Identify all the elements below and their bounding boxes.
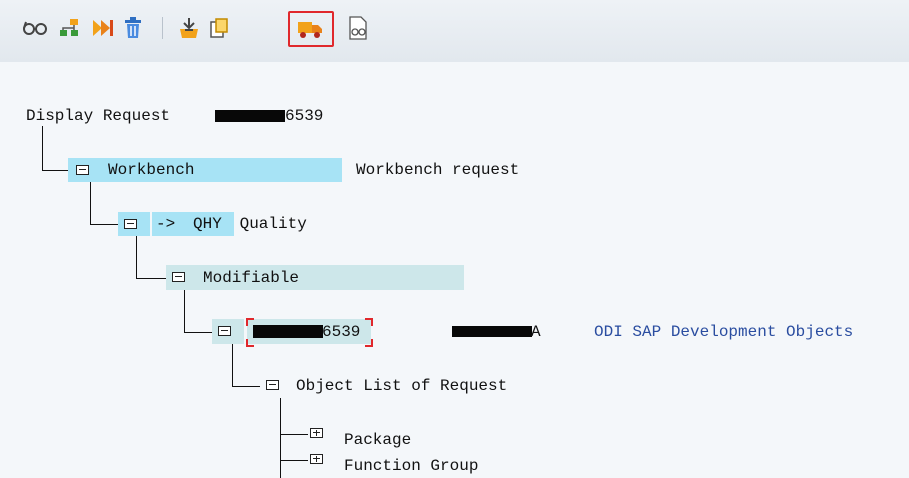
folder-icon[interactable] — [172, 272, 185, 282]
hierarchy-icon[interactable] — [56, 15, 82, 41]
folder-icon[interactable] — [124, 219, 137, 229]
redacted-request-id — [215, 110, 285, 122]
tree-connector — [136, 236, 137, 279]
object-list-label[interactable]: Object List of Request — [296, 376, 507, 396]
request-tree: Display Request 6539 Workbench Workbench… — [0, 62, 909, 478]
tree-connector — [232, 386, 260, 387]
target-rest: Quality — [230, 215, 307, 233]
folder-icon[interactable] — [76, 165, 89, 175]
tree-connector — [232, 344, 233, 387]
folder-icon[interactable] — [218, 326, 231, 336]
task-owner-suffix: A — [531, 323, 541, 341]
workbench-description: Workbench request — [356, 161, 520, 179]
root-label-prefix: Display Request — [26, 107, 180, 125]
tree-connector — [184, 290, 185, 333]
selection-corner — [365, 339, 373, 347]
release-inbox-icon[interactable] — [176, 15, 202, 41]
task-description: ODI SAP Development Objects — [594, 323, 854, 341]
tree-connector — [280, 460, 308, 461]
toolbar-separator — [162, 17, 163, 39]
selection-corner — [246, 339, 254, 347]
glasses-display-icon[interactable] — [22, 15, 48, 41]
tree-connector — [90, 182, 91, 225]
transport-truck-icon[interactable] — [288, 11, 334, 47]
tree-connector — [136, 278, 166, 279]
forward-arrows-icon[interactable] — [90, 15, 116, 41]
workbench-label[interactable]: Workbench — [108, 160, 194, 180]
tree-connector — [42, 170, 68, 171]
expand-folder-icon[interactable] — [310, 454, 323, 464]
child-function-group-label[interactable]: Function Group — [344, 456, 478, 476]
tree-connector — [42, 126, 43, 171]
tree-connector — [280, 398, 281, 478]
expand-folder-icon[interactable] — [310, 428, 323, 438]
child-package-label[interactable]: Package — [344, 430, 411, 450]
status-label[interactable]: Modifiable — [203, 268, 299, 288]
target-arrow: -> — [156, 215, 185, 233]
tree-connector — [280, 434, 308, 435]
tree-connector — [184, 332, 212, 333]
root-label-suffix: 6539 — [285, 107, 324, 125]
selection-corner — [365, 318, 373, 326]
redacted-task-owner — [452, 326, 532, 337]
application-toolbar — [0, 0, 909, 63]
redacted-task-id — [253, 325, 323, 338]
document-glasses-icon[interactable] — [345, 15, 371, 41]
folder-icon[interactable] — [266, 380, 279, 390]
tree-connector — [90, 224, 118, 225]
task-id-suffix[interactable]: 6539 — [322, 322, 360, 342]
trash-icon[interactable] — [120, 15, 146, 41]
copy-document-icon[interactable] — [206, 15, 232, 41]
target-system[interactable]: QHY — [193, 214, 222, 234]
